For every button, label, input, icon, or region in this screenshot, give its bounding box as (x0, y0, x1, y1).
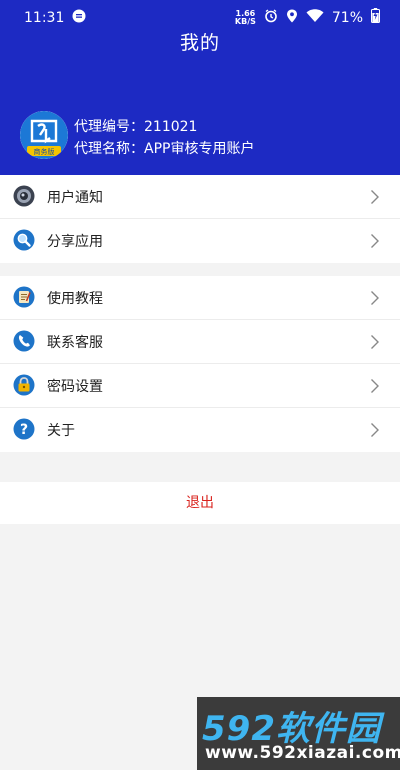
phone-icon (13, 330, 35, 352)
page-title: 我的 (179, 32, 220, 54)
chevron-right-icon (370, 378, 380, 394)
menu-item-share-app[interactable]: 分享应用 (0, 219, 400, 263)
lock-icon (13, 374, 35, 396)
watermark-url: www.592xiazai.com (205, 743, 400, 763)
svg-text:?: ? (20, 422, 28, 438)
menu-group-2: 使用教程 联系客服 密码设置 ? 关于 (0, 276, 400, 452)
agent-name: 代理名称：APP审核专用账户 (74, 141, 255, 157)
chevron-right-icon (370, 422, 380, 438)
menu-item-tutorial[interactable]: 使用教程 (0, 276, 400, 320)
menu-item-label: 使用教程 (47, 291, 103, 307)
alarm-icon (264, 8, 278, 27)
menu-item-label: 关于 (47, 423, 75, 439)
magnifier-icon (13, 229, 35, 251)
menu-item-user-notice[interactable]: 用户通知 (0, 175, 400, 219)
chevron-right-icon (370, 290, 380, 306)
menu-group-1: 用户通知 分享应用 (0, 175, 400, 263)
network-speed: 1.66 KB/S (234, 9, 256, 26)
chevron-right-icon (370, 334, 380, 350)
battery-percent: 71% (331, 9, 363, 26)
battery-charging-icon (371, 8, 380, 27)
watermark-logo: 592软件园 www.592xiazai.com (197, 697, 400, 770)
agent-info: 代理编号：211021 代理名称：APP审核专用账户 (74, 116, 254, 160)
wifi-icon (306, 8, 324, 27)
chevron-right-icon (370, 233, 380, 249)
logout-button[interactable]: 退出 (0, 482, 400, 524)
profile-header: 11:31 1.66 KB/S 71% 我的 商务版 代理编号：211021 代… (0, 0, 400, 175)
network-speed-unit: KB/S (234, 16, 256, 26)
agent-number: 代理编号：211021 (74, 119, 198, 135)
notebook-icon (13, 286, 35, 308)
menu-item-label: 分享应用 (47, 234, 103, 250)
location-icon (286, 9, 298, 27)
menu-item-label: 密码设置 (47, 379, 103, 395)
menu-item-label: 用户通知 (47, 190, 103, 206)
speaker-icon (13, 185, 35, 207)
menu-item-password-settings[interactable]: 密码设置 (0, 364, 400, 408)
avatar-badge-text: 商务版 (34, 147, 55, 156)
status-time: 11:31 (24, 10, 65, 26)
menu-item-contact-support[interactable]: 联系客服 (0, 320, 400, 364)
chevron-right-icon (370, 189, 380, 205)
help-icon: ? (13, 418, 35, 440)
message-notification-icon (72, 9, 86, 27)
agent-avatar[interactable]: 商务版 (20, 111, 68, 159)
menu-item-about[interactable]: ? 关于 (0, 408, 400, 452)
menu-item-label: 联系客服 (47, 335, 103, 351)
